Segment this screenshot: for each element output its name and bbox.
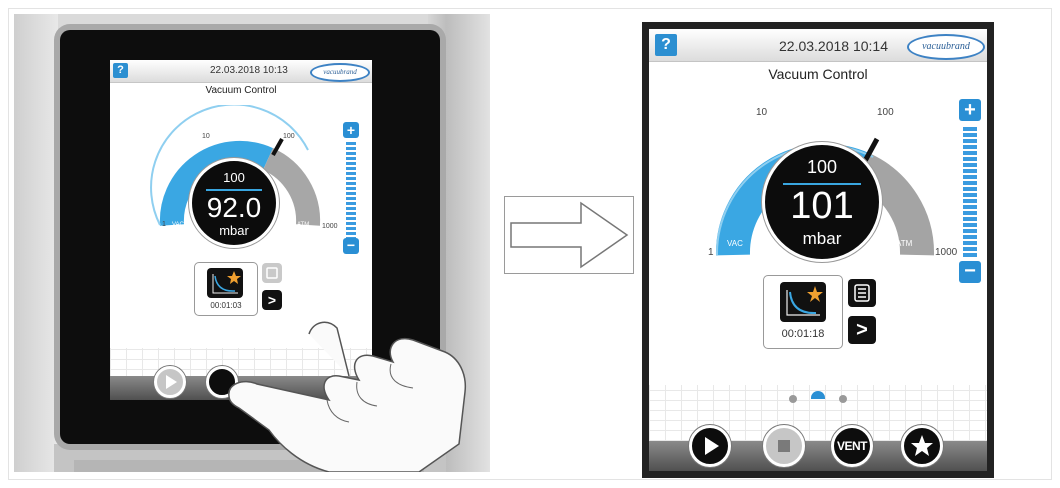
decrease-setpoint-button[interactable]: −	[343, 238, 359, 254]
pressure-readout: 100 101 mbar	[762, 142, 882, 262]
decrease-setpoint-button[interactable]: −	[959, 261, 981, 283]
transition-arrow-box	[504, 196, 634, 274]
play-icon	[166, 375, 177, 389]
graph-star-icon	[212, 271, 241, 294]
play-button[interactable]	[689, 425, 731, 467]
stop-icon	[778, 440, 790, 452]
play-button[interactable]	[154, 366, 186, 398]
tick-label-10: 10	[202, 133, 210, 140]
program-graph-icon	[207, 268, 243, 298]
tick-label-1: 1	[708, 247, 714, 258]
setpoint-value: 100	[223, 170, 245, 185]
setpoint-value: 100	[806, 157, 838, 177]
pressure-unit: mbar	[802, 229, 842, 248]
setpoint-divider	[206, 189, 262, 191]
vacuubrand-logo: vacuubrand	[310, 63, 370, 82]
page-title: Vacuum Control	[768, 66, 868, 82]
increase-setpoint-button[interactable]: +	[343, 122, 359, 138]
help-button[interactable]: ?	[655, 34, 677, 56]
date-time: 22.03.2018 10:13	[210, 65, 288, 76]
tick-label-1000: 1000	[935, 247, 958, 258]
page-title: Vacuum Control	[205, 85, 277, 96]
list-button[interactable]	[848, 279, 876, 307]
play-icon	[705, 437, 719, 455]
pressure-readout: 100 92.0 mbar	[189, 158, 279, 248]
pressure-value: 101	[790, 185, 854, 227]
tick-label-100: 100	[877, 107, 894, 118]
device-photo: ? 22.03.2018 10:13 vacuubrand Vacuum Con…	[14, 14, 490, 472]
pressure-unit: mbar	[219, 223, 249, 238]
program-graph-icon	[780, 282, 826, 322]
device-housing-left	[14, 14, 58, 472]
next-button[interactable]: >	[848, 316, 876, 344]
favorites-button[interactable]	[901, 425, 943, 467]
increase-setpoint-button[interactable]: +	[959, 99, 981, 121]
pressure-value: 92.0	[206, 192, 262, 223]
program-card[interactable]: 00:01:18	[763, 275, 843, 349]
vac-label: VAC	[172, 222, 184, 228]
atm-label: ATM	[896, 239, 913, 248]
program-timer: 00:01:18	[781, 328, 825, 340]
setpoint-slider[interactable]	[963, 127, 977, 259]
vac-label: VAC	[727, 239, 743, 248]
stop-button[interactable]	[763, 425, 805, 467]
date-time: 22.03.2018 10:14	[779, 38, 888, 54]
tick-label-100: 100	[283, 133, 295, 140]
atm-label: ATM	[297, 222, 310, 228]
vacuubrand-logo: vacuubrand	[907, 34, 985, 60]
right-arrow-icon	[510, 201, 629, 269]
large-touchscreen: ? 22.03.2018 10:14 vacuubrand Vacuum Con…	[642, 22, 994, 478]
tick-label-10: 10	[756, 107, 768, 118]
tick-label-1: 1	[162, 221, 166, 228]
page-dot-3[interactable]	[839, 395, 847, 403]
setpoint-slider[interactable]	[346, 142, 356, 242]
star-icon	[911, 435, 933, 456]
help-button[interactable]: ?	[113, 63, 128, 78]
vent-button[interactable]: VENT	[831, 425, 873, 467]
page-dot-2-active[interactable]	[811, 391, 825, 399]
page-dot-1[interactable]	[789, 395, 797, 403]
square-icon	[266, 267, 278, 279]
list-icon	[854, 284, 870, 302]
hand-pointer-icon	[228, 321, 467, 472]
tick-label-1000: 1000	[322, 223, 338, 230]
graph-star-icon	[786, 286, 823, 316]
stop-square-button[interactable]	[262, 263, 282, 283]
